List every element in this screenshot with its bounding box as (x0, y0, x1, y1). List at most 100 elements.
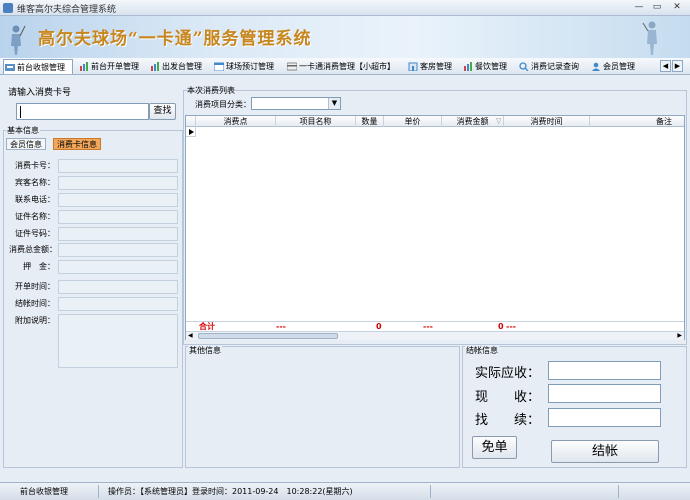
checkout-button[interactable]: 结帐 (551, 440, 659, 463)
consumption-list-title: 本次消费列表 (187, 86, 235, 95)
field-label: 消费卡号： (15, 161, 55, 170)
horizontal-scrollbar[interactable]: ◀ ▶ (186, 331, 684, 340)
cash-received-input[interactable] (548, 384, 661, 403)
window-title: 维客高尔夫综合管理系统 (17, 5, 117, 15)
field-label: 开单时间： (15, 282, 55, 291)
row-selector[interactable] (186, 127, 196, 137)
other-info-title: 其他信息 (188, 345, 222, 356)
card-number-field (58, 159, 178, 173)
scroll-left-icon[interactable]: ◀ (188, 332, 193, 339)
id-number-field (58, 227, 178, 241)
grid-header: 消费点 项目名称 数量 单价 消费金额 消费时间 备注 ▽ (186, 116, 684, 127)
phone-field (58, 193, 178, 207)
field-label: 证件名称： (15, 212, 55, 221)
field-label: 附加说明： (15, 316, 55, 325)
golfer-icon (11, 25, 26, 55)
chart-icon (80, 62, 88, 71)
tab-rooms[interactable]: 客房管理 (407, 59, 452, 74)
guest-name-field (58, 176, 178, 190)
category-select[interactable]: ▼ (251, 97, 341, 110)
scrollbar-thumb[interactable] (198, 333, 338, 339)
settlement-group: 结帐信息 实际应收： 现 收： 找 续： 免单 结帐 (462, 345, 687, 468)
card-number-label: 请输入消费卡号 (8, 88, 72, 98)
field-label: 结帐时间： (15, 299, 55, 308)
total-spend-field (58, 243, 178, 257)
consumption-panel: 本次消费列表 消费项目分类： ▼ 消费点 项目名称 数量 单价 消费金额 消费时… (185, 85, 685, 345)
status-divider (430, 485, 431, 498)
column-header[interactable]: 项目名称 (276, 116, 356, 127)
field-label: 证件号码： (15, 229, 55, 238)
cashier-icon (5, 64, 15, 71)
tab-scroll-left-icon[interactable]: ◀ (660, 60, 671, 72)
close-icon[interactable]: ✕ (670, 2, 684, 13)
receivable-label: 实际应收： (475, 366, 541, 381)
text-caret (20, 106, 21, 118)
settlement-title: 结帐信息 (465, 345, 499, 356)
scroll-right-icon[interactable]: ▶ (677, 332, 682, 339)
tab-scroll-right-icon[interactable]: ▶ (672, 60, 683, 72)
tab-members[interactable]: 会员管理 (590, 59, 635, 74)
column-header[interactable]: 数量 (356, 116, 384, 127)
calendar-icon (214, 62, 224, 71)
status-module: 前台收银管理 (20, 487, 68, 496)
checkout-time-field (58, 297, 178, 311)
golfer-icon (642, 21, 657, 55)
tab-member-info[interactable]: 会员信息 (6, 138, 46, 150)
column-header[interactable]: 消费时间 (504, 116, 590, 127)
app-icon (3, 3, 13, 13)
column-header[interactable]: 消费点 (196, 116, 276, 127)
search-icon (519, 62, 529, 71)
module-toolbar: 前台收银管理 前台开单管理 出发台管理 球场预订管理 一卡通消费管理【小超市】 … (0, 58, 690, 75)
tab-dining[interactable]: 餐饮管理 (462, 59, 507, 74)
tab-records[interactable]: 消费记录查询 (518, 59, 579, 74)
status-divider (98, 485, 99, 498)
filter-icon[interactable]: ▽ (496, 117, 501, 125)
banner: 高尔夫球场“一卡通”服务管理系统 (0, 16, 690, 58)
search-button[interactable]: 查找 (149, 103, 176, 120)
receivable-input[interactable] (548, 361, 661, 380)
title-bar: 维客高尔夫综合管理系统 — ▭ ✕ (0, 0, 690, 16)
field-label: 联系电话： (15, 195, 55, 204)
id-type-field (58, 210, 178, 224)
tab-departure[interactable]: 出发台管理 (149, 59, 202, 74)
field-label: 押 金： (23, 262, 55, 271)
other-info-group: 其他信息 (185, 345, 460, 468)
deposit-field (58, 260, 178, 274)
chevron-down-icon[interactable]: ▼ (328, 98, 340, 109)
chart-icon (151, 62, 159, 71)
free-button[interactable]: 免单 (472, 436, 517, 459)
card-icon (287, 62, 297, 71)
open-time-field (58, 280, 178, 294)
total-row: 合计 --- 0 --- 0 --- (186, 321, 684, 331)
tab-card-info[interactable]: 消费卡信息 (53, 138, 101, 150)
basic-info-title: 基本信息 (6, 125, 40, 136)
chart-icon (464, 62, 472, 71)
consumption-grid: 消费点 项目名称 数量 单价 消费金额 消费时间 备注 ▽ 合计 --- 0 -… (185, 115, 685, 340)
row-header-corner (186, 116, 196, 127)
user-icon (592, 62, 600, 71)
current-row-icon (189, 129, 194, 135)
card-number-input[interactable] (16, 103, 149, 120)
column-header[interactable]: 备注 (590, 116, 684, 127)
notes-field (58, 314, 178, 368)
field-label: 消费总金额： (9, 245, 57, 254)
category-label: 消费项目分类： (195, 100, 251, 109)
left-panel: 请输入消费卡号 查找 基本信息 会员信息 消费卡信息 消费卡号： 宾客名称： 联… (3, 78, 183, 468)
cash-received-label: 现 收： (475, 390, 541, 405)
minimize-icon[interactable]: — (632, 2, 646, 13)
banner-title: 高尔夫球场“一卡通”服务管理系统 (38, 29, 312, 49)
status-bar: 前台收银管理 操作员：【系统管理员】登录时间：2011-09-24 10:28:… (0, 482, 690, 500)
tab-onecard[interactable]: 一卡通消费管理【小超市】 (286, 59, 395, 74)
change-input[interactable] (548, 408, 661, 427)
maximize-icon[interactable]: ▭ (650, 2, 664, 13)
tab-order[interactable]: 前台开单管理 (78, 59, 139, 74)
field-label: 宾客名称： (15, 178, 55, 187)
room-icon (408, 62, 418, 71)
column-header[interactable]: 单价 (384, 116, 442, 127)
status-operator: 操作员：【系统管理员】登录时间：2011-09-24 10:28:22(星期六) (108, 487, 353, 496)
change-label: 找 续： (475, 413, 541, 428)
column-header[interactable]: 消费金额 (442, 116, 504, 127)
tab-cashier[interactable]: 前台收银管理 (3, 59, 73, 74)
tab-booking[interactable]: 球场预订管理 (213, 59, 274, 74)
status-divider (618, 485, 619, 498)
